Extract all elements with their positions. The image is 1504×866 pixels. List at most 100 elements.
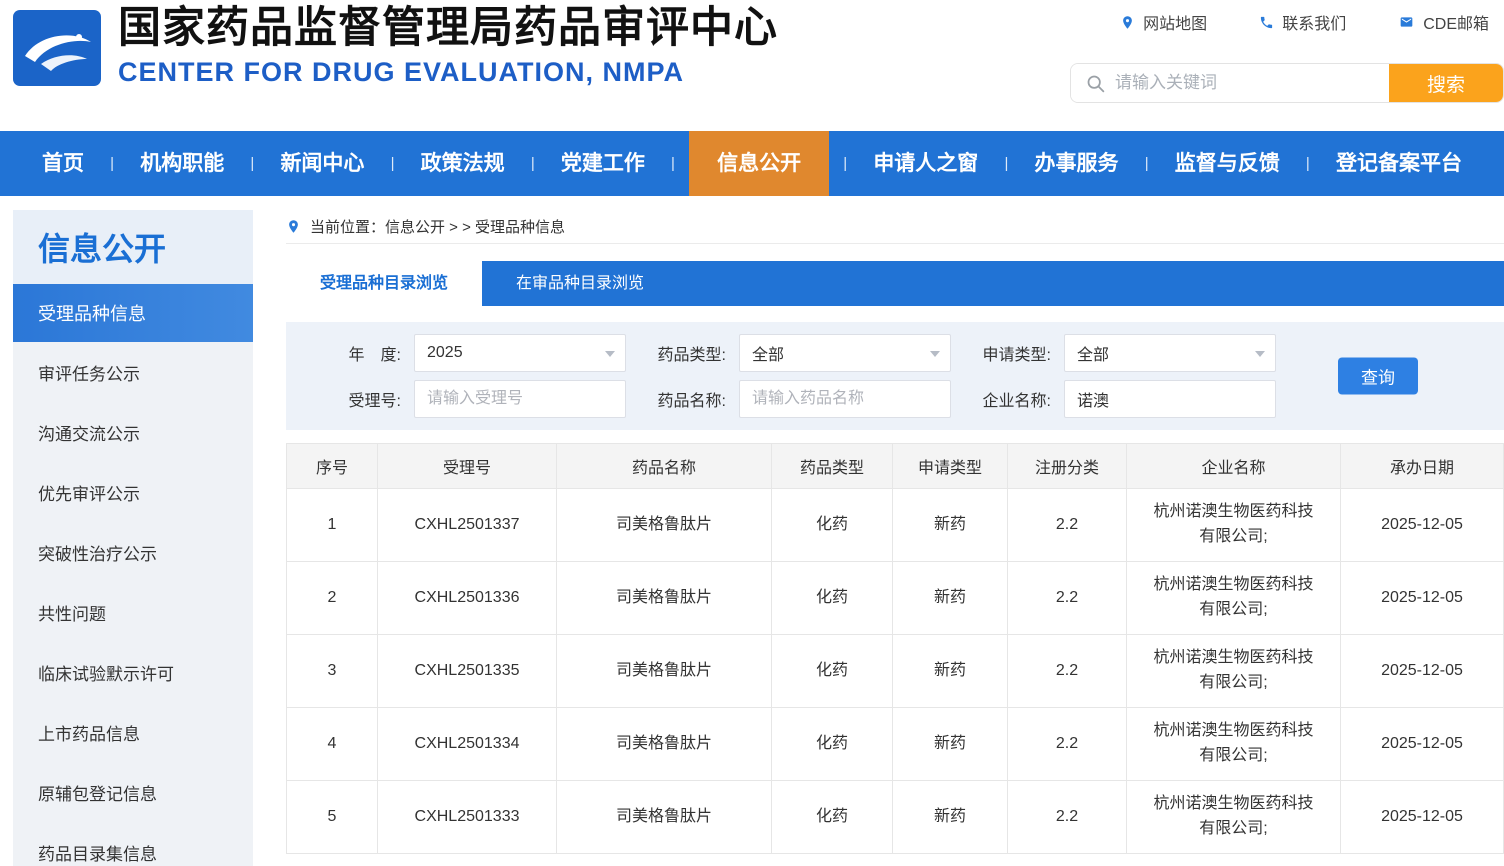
table-cell: 杭州诺澳生物医药科技有限公司; [1126,780,1341,854]
year-select[interactable]: 2025 [414,334,626,372]
company-label: 企业名称: [982,393,1051,410]
results-table: 序号 受理号 药品名称 药品类型 申请类型 注册分类 企业名称 承办日期 1 CXHL25013… [286,443,1504,854]
nav-item-8[interactable]: 办事服务 [1023,131,1131,196]
table-cell: 2.2 [1007,634,1127,708]
table-cell: 杭州诺澳生物医药科技有限公司; [1126,634,1341,708]
breadcrumb-text: 当前位置：信息公开 > > 受理品种信息 [310,219,566,236]
accept-no-label: 受理号: [348,393,401,410]
drug-name-label: 药品名称: [657,393,726,410]
table-header-3: 药品名称 [556,443,772,489]
table-cell: CXHL2501334 [377,707,557,781]
table-cell: 4 [286,707,378,781]
nav-item-4[interactable]: 政策法规 [409,131,517,196]
table-cell: 杭州诺澳生物医药科技有限公司; [1126,561,1341,635]
header-quick-links: 网站地图 联系我们 CDE邮箱 [1120,10,1489,34]
filter-row-1: 年 度: 2025 药品类型: 全部 申请类型: 全部 [286,334,1504,372]
nav-separator: | [1004,155,1009,172]
main-area: 信息公开 受理品种信息 审评任务公示 沟通交流公示 优先审评公示 突破性治疗公示 共性问题… [0,196,1504,866]
table-header-2: 受理号 [377,443,557,489]
table-cell: 新药 [892,707,1008,781]
table-cell: 2.2 [1007,707,1127,781]
tab-bar: 受理品种目录浏览 在审品种目录浏览 [286,261,1504,306]
nav-item-9[interactable]: 监督与反馈 [1163,131,1292,196]
nav-item-1[interactable]: 首页 [30,131,96,196]
drug-type-filter: 药品类型: 全部 [626,334,951,372]
sidebar-item-7[interactable]: 临床试验默示许可 [13,642,253,702]
nav-separator: | [250,155,255,172]
year-select-value: 2025 [427,344,463,361]
filter-panel: 年 度: 2025 药品类型: 全部 申请类型: 全部 受理号: 请输入受理号 … [286,322,1504,430]
chevron-down-icon [1255,351,1265,357]
nav-item-7[interactable]: 申请人之窗 [861,131,990,196]
sidebar-item-3[interactable]: 沟通交流公示 [13,402,253,462]
sidebar-item-5[interactable]: 突破性治疗公示 [13,522,253,582]
table-cell: 司美格鲁肽片 [556,780,772,854]
tab-2[interactable]: 在审品种目录浏览 [482,261,678,306]
search-button[interactable]: 搜索 [1389,64,1503,102]
table-cell: 化药 [771,561,893,635]
table-cell: 2.2 [1007,561,1127,635]
header-link-3[interactable]: CDE邮箱 [1398,10,1489,34]
drug-type-select[interactable]: 全部 [739,334,951,372]
main-nav: 首页 | 机构职能 | 新闻中心 | 政策法规 | 党建工作 | 信息公开 | 申请人之窗 | 办事服务 | 监… [0,131,1504,196]
table-cell: 2.2 [1007,780,1127,854]
nav-separator: | [110,155,115,172]
table-cell: 化药 [771,780,893,854]
header-link-1[interactable]: 网站地图 [1120,10,1207,34]
table-cell: 化药 [771,634,893,708]
company-filter: 企业名称: [951,380,1276,418]
table-cell: 司美格鲁肽片 [556,634,772,708]
company-input[interactable] [1064,380,1276,418]
header-link-label: 联系我们 [1282,16,1347,33]
sidebar-item-6[interactable]: 共性问题 [13,582,253,642]
table-cell: 2025-12-05 [1340,707,1504,781]
sidebar-item-9[interactable]: 原辅包登记信息 [13,762,253,822]
sidebar-item-2[interactable]: 审评任务公示 [13,342,253,402]
table-cell: 新药 [892,488,1008,562]
nav-item-6[interactable]: 信息公开 [689,131,830,196]
nav-separator: | [671,155,675,172]
location-pin-icon [286,219,301,234]
drug-name-filter: 药品名称: [626,380,951,418]
table-cell: 新药 [892,634,1008,708]
table-cell: 司美格鲁肽片 [556,488,772,562]
sidebar-item-4[interactable]: 优先审评公示 [13,462,253,522]
phone-icon [1259,15,1274,30]
sidebar-item-1[interactable]: 受理品种信息 [13,284,253,342]
table-row: 2 CXHL2501336 司美格鲁肽片 化药 新药 2.2 杭州诺澳生物医药科技有限公司;… [286,561,1504,635]
table-cell: CXHL2501333 [377,780,557,854]
sidebar: 信息公开 受理品种信息 审评任务公示 沟通交流公示 优先审评公示 突破性治疗公示 共性问题… [13,210,253,866]
sidebar-item-8[interactable]: 上市药品信息 [13,702,253,762]
drug-name-input[interactable] [739,380,951,418]
nav-item-3[interactable]: 新闻中心 [268,131,376,196]
apply-type-label: 申请类型: [982,347,1051,364]
site-subtitle: CENTER FOR DRUG EVALUATION, NMPA [118,57,684,88]
table-cell: 杭州诺澳生物医药科技有限公司; [1126,707,1341,781]
nav-item-2[interactable]: 机构职能 [128,131,236,196]
table-row: 5 CXHL2501333 司美格鲁肽片 化药 新药 2.2 杭州诺澳生物医药科技有限公司;… [286,780,1504,854]
tab-1[interactable]: 受理品种目录浏览 [286,261,483,306]
accept-no-filter: 受理号: [286,380,626,418]
title-block: 国家药品监督管理局药品审评中心 CENTER FOR DRUG EVALUATI… [118,4,778,88]
query-button[interactable]: 查询 [1338,357,1418,395]
table-header-4: 药品类型 [771,443,893,489]
nav-item-10[interactable]: 登记备案平台 [1324,131,1474,196]
drug-type-label: 药品类型: [657,347,726,364]
table-cell: 新药 [892,780,1008,854]
nav-item-5[interactable]: 党建工作 [549,131,657,196]
content: 当前位置：信息公开 > > 受理品种信息 受理品种目录浏览 在审品种目录浏览 年 … [286,210,1504,854]
sidebar-item-10[interactable]: 药品目录集信息 [13,822,253,866]
sidebar-title: 信息公开 [13,210,253,284]
table-header-row: 序号 受理号 药品名称 药品类型 申请类型 注册分类 企业名称 承办日期 [286,443,1504,489]
site-search: 搜索 [1070,63,1504,103]
filter-row-2: 受理号: 药品名称: 企业名称: [286,380,1504,418]
apply-type-select-value: 全部 [1077,347,1110,364]
table-cell: 2025-12-05 [1340,488,1504,562]
header-link-2[interactable]: 联系我们 [1259,10,1346,34]
table-row: 3 CXHL2501335 司美格鲁肽片 化药 新药 2.2 杭州诺澳生物医药科技有限公司;… [286,634,1504,708]
site-logo [13,10,101,86]
accept-no-input[interactable] [414,380,626,418]
apply-type-select[interactable]: 全部 [1064,334,1276,372]
nav-separator: | [530,155,535,172]
search-input[interactable] [1071,64,1389,102]
